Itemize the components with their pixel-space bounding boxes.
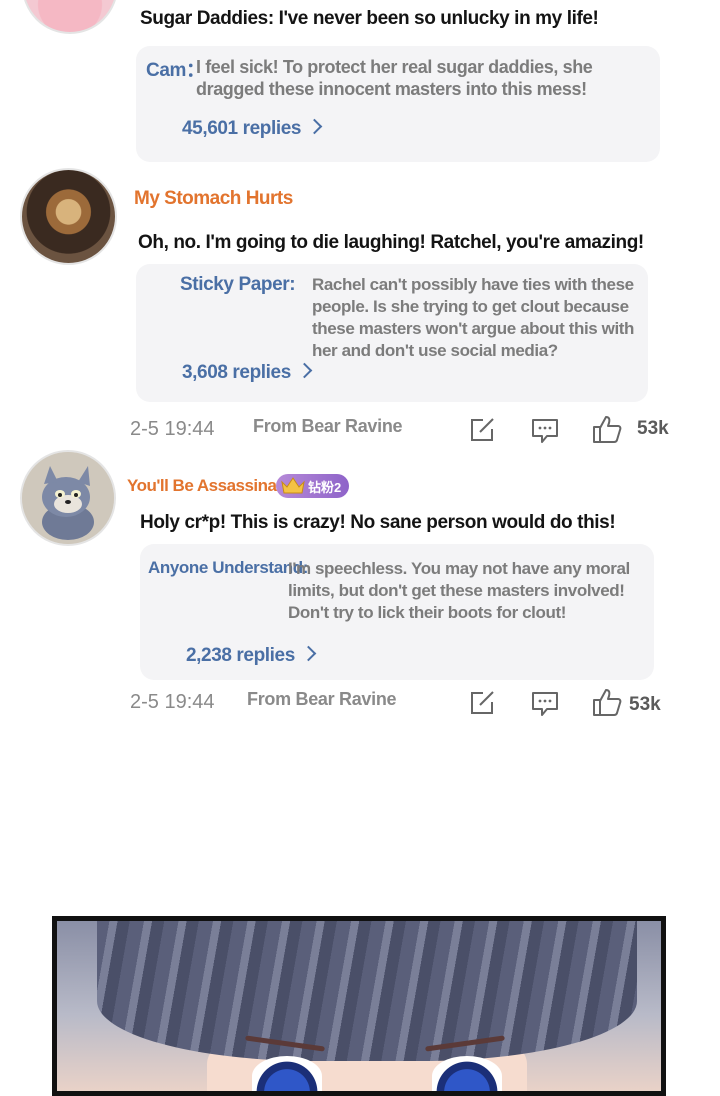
- replies-count: 2,238 replies: [186, 645, 295, 666]
- replies-link[interactable]: 3,608 replies: [182, 362, 313, 384]
- comment-icon[interactable]: [530, 690, 560, 718]
- reply-text: I'm speechless. You may not have any mor…: [288, 558, 630, 624]
- reply-text: Rachel can't possibly have ties with the…: [312, 274, 634, 362]
- reply-line: Rachel can't possibly have ties with the…: [312, 275, 634, 294]
- comment-text: Sugar Daddies: I've never been so unluck…: [140, 8, 599, 29]
- reply-line: her and don't use social media?: [312, 341, 558, 360]
- eye: [252, 1056, 322, 1091]
- chevron-right-icon: [296, 362, 313, 379]
- like-count: 53k: [637, 418, 669, 439]
- reply-author[interactable]: Anyone Understand:: [148, 558, 308, 578]
- edit-icon[interactable]: [469, 417, 497, 443]
- reply-line: people. Is she trying to get clout becau…: [312, 297, 629, 316]
- reply-line: I'm speechless. You may not have any mor…: [288, 559, 630, 578]
- cat-avatar-icon: [22, 452, 114, 544]
- replies-link[interactable]: 2,238 replies: [186, 645, 317, 667]
- replies-count: 45,601 replies: [182, 118, 302, 139]
- edit-icon[interactable]: [469, 690, 497, 716]
- reply-text: I feel sick! To protect her real sugar d…: [196, 56, 593, 100]
- comic-panel-image: [52, 916, 666, 1096]
- comment-icon[interactable]: [530, 417, 560, 445]
- source-label: From Bear Ravine: [253, 416, 403, 436]
- source-label: From Bear Ravine: [247, 689, 397, 709]
- replies-count: 3,608 replies: [182, 362, 291, 383]
- eye: [432, 1056, 502, 1091]
- reply-author[interactable]: Sticky Paper:: [180, 274, 296, 296]
- username[interactable]: My Stomach Hurts: [134, 188, 293, 210]
- avatar[interactable]: [20, 168, 117, 265]
- chevron-right-icon: [300, 645, 317, 662]
- timestamp: 2-5 19:44: [130, 691, 215, 713]
- comment-text: Holy cr*p! This is crazy! No sane person…: [140, 512, 616, 533]
- hair: [97, 921, 637, 1061]
- reply-line: these masters won't argue about this wit…: [312, 319, 635, 338]
- crown-icon: [281, 477, 305, 494]
- like-icon[interactable]: [591, 414, 623, 444]
- reply-line: dragged these innocent masters into this…: [196, 79, 587, 99]
- avatar[interactable]: [20, 450, 116, 546]
- comment-text: Oh, no. I'm going to die laughing! Ratch…: [138, 232, 644, 253]
- reply-line: limits, but don't get these masters invo…: [288, 581, 625, 600]
- like-count: 53k: [629, 694, 661, 715]
- reply-line: I feel sick! To protect her real sugar d…: [196, 57, 593, 77]
- like-icon[interactable]: [591, 687, 623, 717]
- replies-link[interactable]: 45,601 replies: [182, 118, 323, 140]
- chevron-right-icon: [306, 118, 323, 135]
- avatar[interactable]: [22, 0, 118, 34]
- timestamp: 2-5 19:44: [130, 418, 215, 440]
- reply-line: Don't try to lick their boots for clout!: [288, 603, 566, 622]
- fan-badge: 钻粉2: [276, 474, 350, 498]
- badge-label: 钻粉2: [308, 479, 342, 495]
